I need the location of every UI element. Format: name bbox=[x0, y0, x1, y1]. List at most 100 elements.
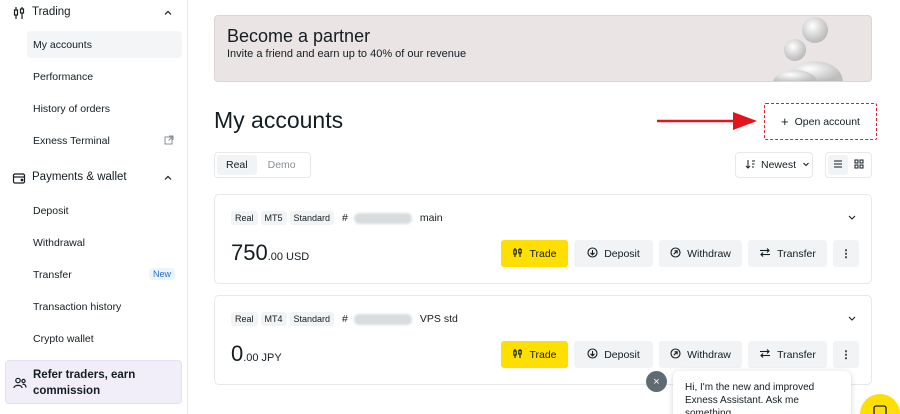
withdraw-label: Withdraw bbox=[687, 247, 731, 260]
account-balance: 750 .00 USD bbox=[231, 240, 309, 266]
assistant-chat-bubble[interactable]: Hi, I'm the new and improved Exness Assi… bbox=[673, 371, 851, 414]
chevron-down-icon[interactable] bbox=[847, 209, 857, 220]
transfer-icon bbox=[759, 348, 771, 362]
transfer-button[interactable]: Transfer bbox=[748, 240, 827, 267]
tab-demo[interactable]: Demo bbox=[259, 155, 305, 175]
more-options-button[interactable]: ⋮ bbox=[833, 240, 859, 267]
sidebar-section-label: Payments & wallet bbox=[32, 171, 127, 183]
account-balance: 0 .00 JPY bbox=[231, 341, 282, 367]
external-link-icon bbox=[164, 135, 174, 145]
sort-dropdown[interactable]: Newest bbox=[735, 152, 813, 178]
deposit-label: Deposit bbox=[604, 348, 640, 361]
deposit-label: Deposit bbox=[604, 247, 640, 260]
sidebar-item-my-accounts[interactable]: My accounts bbox=[27, 31, 182, 58]
deposit-button[interactable]: Deposit bbox=[574, 341, 653, 368]
sidebar-item-label: Crypto wallet bbox=[33, 333, 94, 345]
grid-icon bbox=[854, 156, 864, 174]
chevron-up-icon bbox=[162, 6, 174, 18]
sidebar-item-crypto-wallet[interactable]: Crypto wallet bbox=[27, 325, 182, 352]
withdraw-icon bbox=[670, 246, 681, 261]
sidebar-item-label: Exness Terminal bbox=[33, 135, 110, 147]
chat-icon bbox=[872, 404, 888, 414]
plus-icon: + bbox=[781, 114, 789, 129]
trade-icon bbox=[512, 348, 523, 362]
transfer-button[interactable]: Transfer bbox=[748, 341, 827, 368]
platform-tag: MT5 bbox=[260, 211, 287, 225]
account-number-prefix: # bbox=[342, 313, 348, 325]
grid-view-button[interactable] bbox=[850, 155, 870, 175]
sidebar-item-label: History of orders bbox=[33, 103, 111, 115]
balance-decimal: .00 bbox=[243, 352, 259, 364]
sort-icon bbox=[745, 159, 756, 172]
withdraw-icon bbox=[670, 347, 681, 362]
more-options-button[interactable]: ⋮ bbox=[833, 341, 859, 368]
new-badge: New bbox=[148, 268, 175, 280]
users-icon bbox=[13, 376, 27, 390]
partner-banner[interactable]: Become a partner Invite a friend and ear… bbox=[214, 15, 872, 82]
withdraw-button[interactable]: Withdraw bbox=[659, 341, 742, 368]
sidebar-item-label: Performance bbox=[33, 71, 94, 83]
account-name: main bbox=[419, 212, 443, 224]
sidebar-section-label: Trading bbox=[32, 6, 71, 18]
trade-icon bbox=[512, 247, 523, 261]
tab-real[interactable]: Real bbox=[217, 155, 257, 175]
account-type-tag: Real bbox=[231, 312, 258, 326]
transfer-label: Transfer bbox=[777, 348, 816, 361]
trade-button[interactable]: Trade bbox=[501, 341, 568, 368]
trade-button[interactable]: Trade bbox=[501, 240, 568, 267]
sidebar-item-transfer[interactable]: Transfer New bbox=[27, 261, 182, 288]
account-class-tag: Standard bbox=[289, 211, 335, 225]
chevron-up-icon bbox=[162, 171, 174, 183]
assistant-message: Hi, I'm the new and improved Exness Assi… bbox=[685, 382, 815, 414]
redacted-account-number bbox=[353, 313, 412, 325]
account-actions: Trade Deposit Withdraw Transfer ⋮ bbox=[501, 341, 859, 368]
sidebar-item-label: Transaction history bbox=[33, 301, 122, 313]
sidebar-section-trading[interactable]: Trading bbox=[0, 0, 188, 26]
deposit-icon bbox=[587, 246, 598, 261]
wallet-icon bbox=[12, 171, 26, 185]
open-account-label: Open account bbox=[794, 115, 860, 128]
sidebar-item-performance[interactable]: Performance bbox=[27, 63, 182, 90]
chat-launcher-button[interactable] bbox=[860, 394, 900, 414]
account-card[interactable]: Real MT5 Standard # main 750 .00 USD Tra… bbox=[214, 194, 872, 284]
chevron-down-icon[interactable] bbox=[847, 310, 857, 321]
account-actions: Trade Deposit Withdraw Transfer ⋮ bbox=[501, 240, 859, 267]
deposit-button[interactable]: Deposit bbox=[574, 240, 653, 267]
refer-traders-item[interactable]: Refer traders, earn commission bbox=[5, 360, 182, 404]
list-icon bbox=[833, 156, 843, 174]
balance-currency: USD bbox=[286, 251, 310, 263]
redacted-account-number bbox=[353, 212, 412, 224]
account-tags: Real MT5 Standard # main bbox=[231, 211, 443, 225]
sidebar-item-withdrawal[interactable]: Withdrawal bbox=[27, 229, 182, 256]
transfer-label: Transfer bbox=[777, 247, 816, 260]
withdraw-button[interactable]: Withdraw bbox=[659, 240, 742, 267]
account-tags: Real MT4 Standard # VPS std bbox=[231, 312, 458, 326]
sort-label: Newest bbox=[761, 159, 797, 171]
platform-tag: MT4 bbox=[260, 312, 287, 326]
withdraw-label: Withdraw bbox=[687, 348, 731, 361]
sidebar-item-transaction-history[interactable]: Transaction history bbox=[27, 293, 182, 320]
balance-integer: 0 bbox=[231, 341, 244, 366]
balance-currency: JPY bbox=[261, 352, 282, 364]
sidebar-item-deposit[interactable]: Deposit bbox=[27, 197, 182, 224]
account-name: VPS std bbox=[419, 313, 458, 325]
sidebar-item-history-of-orders[interactable]: History of orders bbox=[27, 95, 182, 122]
candlestick-icon bbox=[12, 6, 26, 20]
list-view-button[interactable] bbox=[828, 155, 848, 175]
account-class-tag: Standard bbox=[289, 312, 335, 326]
partner-figures-illustration bbox=[773, 17, 843, 81]
refer-traders-label: Refer traders, earn commission bbox=[33, 369, 136, 397]
banner-title: Become a partner bbox=[227, 26, 371, 46]
sidebar-item-label: Transfer bbox=[33, 269, 72, 281]
account-type-tabs: Real Demo bbox=[214, 152, 311, 178]
sidebar-section-payments[interactable]: Payments & wallet bbox=[0, 165, 188, 191]
open-account-button[interactable]: + Open account bbox=[764, 103, 877, 140]
banner-subtitle: Invite a friend and earn up to 40% of ou… bbox=[227, 48, 467, 60]
close-chat-button[interactable]: × bbox=[646, 371, 667, 392]
balance-integer: 750 bbox=[231, 240, 268, 265]
transfer-icon bbox=[759, 247, 771, 261]
balance-decimal: .00 bbox=[267, 251, 284, 263]
trade-label: Trade bbox=[529, 247, 557, 260]
sidebar-item-label: Deposit bbox=[33, 205, 69, 217]
sidebar-item-exness-terminal[interactable]: Exness Terminal bbox=[27, 127, 182, 154]
